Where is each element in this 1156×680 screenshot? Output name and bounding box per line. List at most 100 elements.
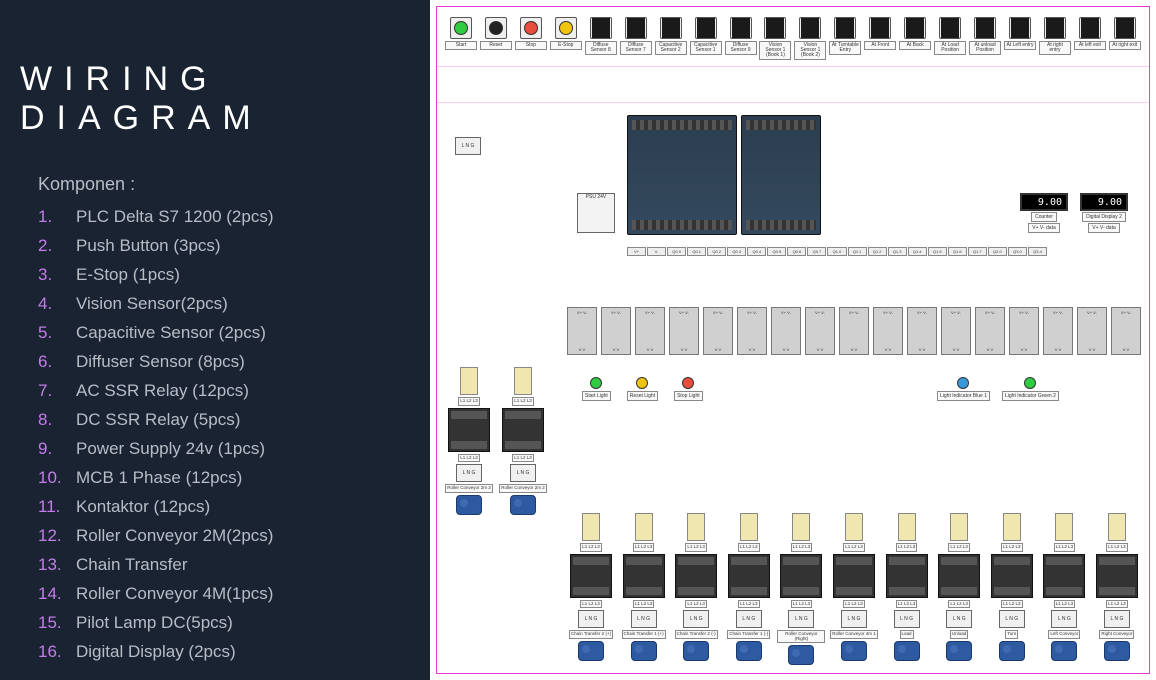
ssr-pins-top: V+ V- (917, 310, 927, 315)
lng-terminal: L N G (510, 464, 536, 482)
motor-label: Left Conveyor (1048, 630, 1080, 639)
plc-terminal: Q0.5 (767, 247, 786, 256)
sensor-icon (730, 17, 752, 39)
ssr-relay: V+ V-V V (737, 307, 767, 355)
pilot-lamp: Start Light (582, 377, 611, 401)
component-number: 14. (38, 584, 76, 604)
ssr-pins-bottom: V V (1089, 347, 1095, 352)
ssr-relay-row: V+ V-V VV+ V-V VV+ V-V VV+ V-V VV+ V-V V… (567, 307, 1141, 355)
contactor-pins-top: L1 L2 L3 (738, 543, 760, 552)
component-item: 6.Diffuser Sensor (8pcs) (38, 352, 410, 372)
contactor-pins-top: L1 L2 L3 (458, 397, 480, 406)
motor-icon (683, 641, 709, 661)
contactor-pins-bottom: L1 L2 L3 (843, 600, 865, 609)
bottom-motor-row: L1 L2 L3 L1 L2 L3 L N G Chain Transfer 2… (567, 513, 1141, 665)
mcb-icon (1003, 513, 1021, 541)
sensor-icon (939, 17, 961, 39)
indicator-lights-row: Light Indicator Blue 1Light Indicator Gr… (937, 377, 1059, 401)
motor-icon (999, 641, 1025, 661)
component-item: 10.MCB 1 Phase (12pcs) (38, 468, 410, 488)
contactor-pins-bottom: L1 L2 L3 (458, 454, 480, 463)
display-pins: V+ V- data (1088, 223, 1120, 233)
component-number: 9. (38, 439, 76, 459)
lng-terminal: L N G (1104, 610, 1130, 628)
component-number: 4. (38, 294, 76, 314)
contactor-pins-top: L1 L2 L3 (1106, 543, 1128, 552)
input-device: At Front (864, 17, 896, 60)
input-label: Capacitive Sensor 2 (655, 41, 687, 55)
display-label: Digital Display 2 (1082, 212, 1126, 222)
lamp-icon (590, 377, 602, 389)
display-value: 9.00 (1080, 193, 1128, 211)
mcb-icon (740, 513, 758, 541)
motor-icon (946, 641, 972, 661)
pilot-lamp: Light Indicator Blue 1 (937, 377, 990, 401)
lng-terminal: L N G (456, 464, 482, 482)
component-number: 5. (38, 323, 76, 343)
motor-unit: L1 L2 L3 L1 L2 L3 L N G Turn (988, 513, 1036, 665)
contactor-pins-top: L1 L2 L3 (896, 543, 918, 552)
ssr-pins-bottom: V V (953, 347, 959, 352)
component-text: PLC Delta S7 1200 (2pcs) (76, 207, 274, 227)
ssr-pins-top: V+ V- (611, 310, 621, 315)
sensor-icon (625, 17, 647, 39)
push-button-icon (450, 17, 472, 39)
pilot-lamp: Stop Light (674, 377, 703, 401)
plc-terminal: Q1.2 (868, 247, 887, 256)
component-item: 16.Digital Display (2pcs) (38, 642, 410, 662)
mcb-icon (792, 513, 810, 541)
input-device: Diffuse Sensor 9 (725, 17, 757, 60)
component-number: 16. (38, 642, 76, 662)
ssr-pins-top: V+ V- (781, 310, 791, 315)
motor-unit: L1 L2 L3 L1 L2 L3 L N G Chain Transfer 2… (567, 513, 615, 665)
mcb-icon (460, 367, 478, 395)
plc-terminal: Q0.6 (787, 247, 806, 256)
input-device-row: StartResetStopE-StopDiffuse Sensor 8Diff… (445, 17, 1141, 60)
ssr-pins-top: V+ V- (849, 310, 859, 315)
lng-terminal-top: L N G (455, 137, 481, 155)
lamp-icon (636, 377, 648, 389)
motor-label: Chain Transfer 1 (+) (622, 630, 666, 639)
left-motor-column: L1 L2 L3 L1 L2 L3 L N G Roller Conveyor … (445, 367, 547, 515)
input-device: At Back (899, 17, 931, 60)
ssr-relay: V+ V-V V (771, 307, 801, 355)
ssr-relay: V+ V-V V (941, 307, 971, 355)
lamp-icon (957, 377, 969, 389)
ssr-pins-bottom: V V (885, 347, 891, 352)
komponen-label: Komponen : (38, 174, 410, 195)
ssr-pins-top: V+ V- (577, 310, 587, 315)
contactor-pins-top: L1 L2 L3 (580, 543, 602, 552)
contactor-pins-top: L1 L2 L3 (685, 543, 707, 552)
motor-label: Roller Conveyor 2m 2 (499, 484, 547, 493)
motor-label: Right Conveyor (1099, 630, 1134, 639)
contactor-pins-bottom: L1 L2 L3 (685, 600, 707, 609)
ssr-pins-bottom: V V (715, 347, 721, 352)
component-text: Capacitive Sensor (2pcs) (76, 323, 266, 343)
input-device: At right entry (1039, 17, 1071, 60)
component-item: 9.Power Supply 24v (1pcs) (38, 439, 410, 459)
sensor-icon (1114, 17, 1136, 39)
push-button-icon (520, 17, 542, 39)
component-number: 8. (38, 410, 76, 430)
mcb-icon (635, 513, 653, 541)
input-device: Start (445, 17, 477, 60)
plc-expansion (741, 115, 821, 235)
power-supply-24v: PSU 24V (577, 193, 615, 233)
ssr-relay: V+ V-V V (567, 307, 597, 355)
motor-label: Roller Conveyor 2m 3 (445, 484, 493, 493)
ssr-pins-bottom: V V (817, 347, 823, 352)
motor-icon (894, 641, 920, 661)
push-button-icon (555, 17, 577, 39)
motor-unit: L1 L2 L3 L1 L2 L3 L N G Roller Conveyor … (830, 513, 878, 665)
digital-display: 9.00CounterV+ V- data (1019, 193, 1069, 233)
plc-area (627, 115, 821, 235)
component-item: 3.E-Stop (1pcs) (38, 265, 410, 285)
ssr-relay: V+ V-V V (839, 307, 869, 355)
ssr-relay: V+ V-V V (1009, 307, 1039, 355)
motor-unit: L1 L2 L3 L1 L2 L3 L N G Chain Transfer 1… (725, 513, 773, 665)
component-item: 5.Capacitive Sensor (2pcs) (38, 323, 410, 343)
ssr-relay: V+ V-V V (975, 307, 1005, 355)
input-device: At unload Position (969, 17, 1001, 60)
mcb-icon (845, 513, 863, 541)
ssr-relay: V+ V-V V (907, 307, 937, 355)
